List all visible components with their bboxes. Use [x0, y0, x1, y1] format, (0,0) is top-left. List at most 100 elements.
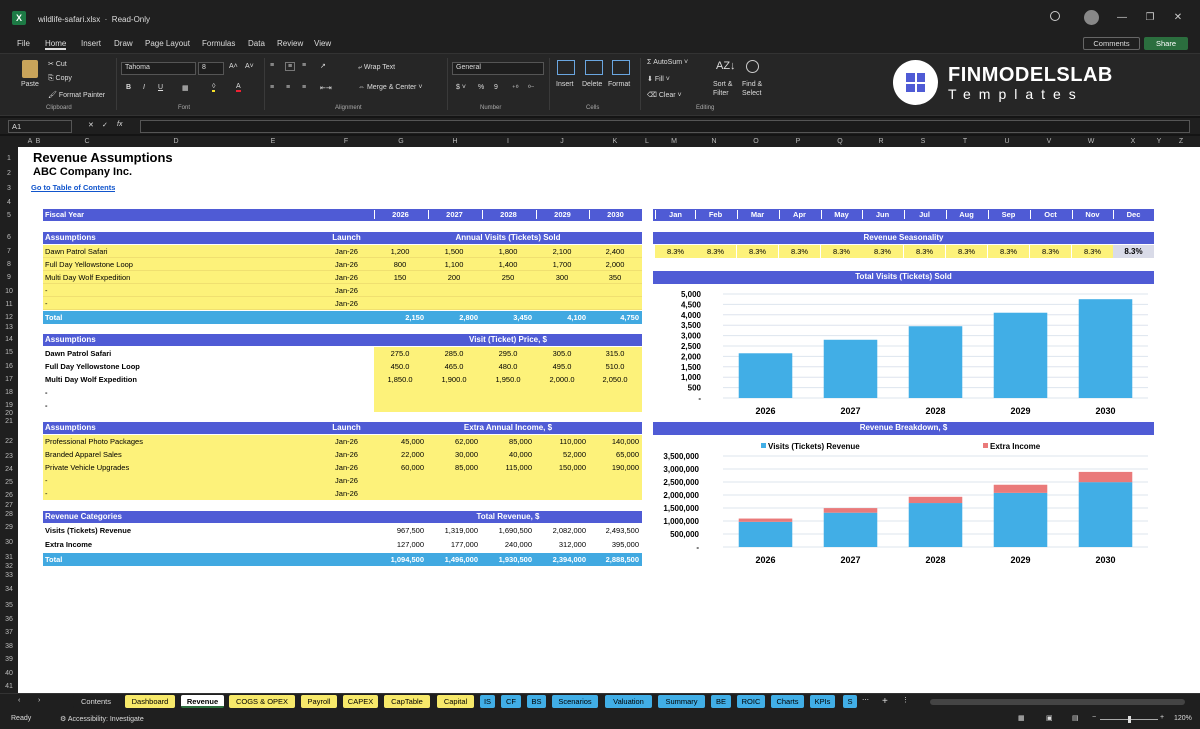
row-header[interactable]: 39 — [0, 656, 18, 663]
accessibility-status[interactable]: ⚙ Accessibility: Investigate — [60, 715, 144, 723]
row-header[interactable]: 37 — [0, 629, 18, 636]
add-sheet-button[interactable]: + — [882, 696, 888, 707]
column-header-o[interactable]: O — [736, 136, 776, 147]
row-header[interactable]: 13 — [0, 324, 18, 331]
indent-icon[interactable]: ⇤⇥ — [320, 84, 332, 92]
column-header-u[interactable]: U — [987, 136, 1027, 147]
number-format-select[interactable]: General — [452, 62, 544, 75]
font-name-select[interactable]: Tahoma — [121, 62, 196, 75]
row-header[interactable]: 7 — [0, 248, 18, 255]
decrease-decimal-icon[interactable]: ⁰⁻ — [528, 84, 535, 92]
underline-button[interactable]: U — [158, 84, 163, 91]
tab-cogs-opex[interactable]: COGS & OPEX — [229, 695, 295, 708]
column-header-x[interactable]: X — [1113, 136, 1153, 147]
column-header-i[interactable]: I — [482, 136, 534, 147]
horizontal-scrollbar[interactable] — [930, 699, 1185, 705]
font-color-icon[interactable]: A — [236, 83, 241, 92]
grow-font-icon[interactable]: A˄ — [229, 63, 238, 70]
row-header[interactable]: 2 — [0, 170, 18, 177]
format-painter-button[interactable]: 🖌 Format Painter — [48, 91, 105, 99]
font-size-select[interactable]: 8 — [198, 62, 224, 75]
tab-capex[interactable]: CAPEX — [343, 695, 378, 708]
find-select-button[interactable]: Find & Select — [742, 80, 762, 98]
row-header[interactable]: 20 — [0, 410, 18, 417]
column-header-j[interactable]: J — [536, 136, 588, 147]
row-header[interactable]: 1 — [0, 155, 18, 162]
avatar[interactable] — [1084, 10, 1099, 25]
fill-color-icon[interactable]: ◊ — [212, 83, 216, 92]
row-header[interactable]: 27 — [0, 502, 18, 509]
align-left-icon[interactable]: ≡ — [270, 84, 274, 91]
align-bottom-icon[interactable]: ≡ — [302, 62, 306, 69]
comments-button[interactable]: Comments — [1083, 37, 1140, 50]
column-header-m[interactable]: M — [655, 136, 693, 147]
share-button[interactable]: Share — [1144, 37, 1188, 50]
row-header[interactable]: 40 — [0, 670, 18, 677]
tab-roic[interactable]: ROIC — [737, 695, 765, 708]
row-header[interactable]: 25 — [0, 479, 18, 486]
menu-page-layout[interactable]: Page Layout — [145, 39, 190, 48]
column-header-r[interactable]: R — [861, 136, 901, 147]
column-header-v[interactable]: V — [1029, 136, 1069, 147]
align-middle-icon[interactable]: ≡ — [285, 62, 296, 71]
column-header-g[interactable]: G — [375, 136, 427, 147]
page-layout-view-icon[interactable]: ▣ — [1046, 714, 1053, 722]
sort-filter-button[interactable]: Sort & Filter — [713, 80, 732, 98]
cancel-formula-icon[interactable]: ✕ — [88, 121, 94, 129]
column-header-s[interactable]: S — [903, 136, 943, 147]
format-cells-button[interactable]: Format — [608, 81, 630, 88]
row-header[interactable]: 33 — [0, 572, 18, 579]
row-header[interactable]: 23 — [0, 453, 18, 460]
enter-formula-icon[interactable]: ✓ — [102, 121, 108, 129]
tab-revenue[interactable]: Revenue — [181, 695, 224, 708]
column-header-a[interactable]: A — [26, 136, 34, 147]
row-header[interactable]: 14 — [0, 336, 18, 343]
orientation-icon[interactable]: ↗ — [320, 62, 326, 70]
zoom-slider[interactable] — [1100, 716, 1158, 723]
copy-button[interactable]: ⎘ Copy — [48, 75, 72, 83]
row-header[interactable]: 3 — [0, 185, 18, 192]
tab-cf[interactable]: CF — [501, 695, 521, 708]
row-header[interactable]: 18 — [0, 389, 18, 396]
toc-link[interactable]: Go to Table of Contents — [31, 183, 115, 192]
align-right-icon[interactable]: ≡ — [302, 84, 306, 91]
tab-s[interactable]: S — [843, 695, 857, 708]
row-header[interactable]: 38 — [0, 643, 18, 650]
row-header[interactable]: 32 — [0, 563, 18, 570]
row-header[interactable]: 5 — [0, 212, 18, 219]
normal-view-icon[interactable]: ▦ — [1018, 714, 1025, 722]
row-header[interactable]: 34 — [0, 586, 18, 593]
tab-valuation[interactable]: Valuation — [605, 695, 652, 708]
tab-dashboard[interactable]: Dashboard — [125, 695, 175, 708]
formula-input[interactable] — [140, 120, 1190, 133]
column-header-l[interactable]: L — [642, 136, 652, 147]
page-break-view-icon[interactable]: ▤ — [1072, 714, 1079, 722]
menu-formulas[interactable]: Formulas — [202, 39, 235, 48]
column-header-n[interactable]: N — [694, 136, 734, 147]
tab-summary[interactable]: Summary — [658, 695, 705, 708]
insert-cells-button[interactable]: Insert — [556, 81, 574, 88]
row-header[interactable]: 22 — [0, 438, 18, 445]
align-center-icon[interactable]: ≡ — [286, 84, 290, 91]
cut-button[interactable]: ✂ Cut — [48, 60, 67, 68]
more-sheets-icon[interactable]: ⋯ — [862, 696, 869, 704]
tab-is[interactable]: IS — [480, 695, 495, 708]
tab-scenarios[interactable]: Scenarios — [552, 695, 598, 708]
column-header-p[interactable]: P — [778, 136, 818, 147]
comma-button[interactable]: 9 — [494, 84, 498, 91]
row-header[interactable]: 10 — [0, 288, 18, 295]
next-sheet-icon[interactable]: › — [38, 697, 40, 704]
delete-cells-button[interactable]: Delete — [582, 81, 602, 88]
currency-button[interactable]: $ ˅ — [456, 84, 466, 91]
name-box[interactable]: A1 — [8, 120, 72, 133]
close-button[interactable]: ✕ — [1170, 12, 1186, 23]
column-header-h[interactable]: H — [429, 136, 481, 147]
menu-data[interactable]: Data — [248, 39, 265, 48]
tab-payroll[interactable]: Payroll — [301, 695, 337, 708]
row-header[interactable]: 21 — [0, 418, 18, 425]
row-header[interactable]: 30 — [0, 539, 18, 546]
column-header-q[interactable]: Q — [820, 136, 860, 147]
clear-button[interactable]: ⌫ Clear ˅ — [647, 91, 682, 99]
zoom-in-icon[interactable]: + — [1160, 714, 1164, 721]
row-header[interactable]: 36 — [0, 616, 18, 623]
